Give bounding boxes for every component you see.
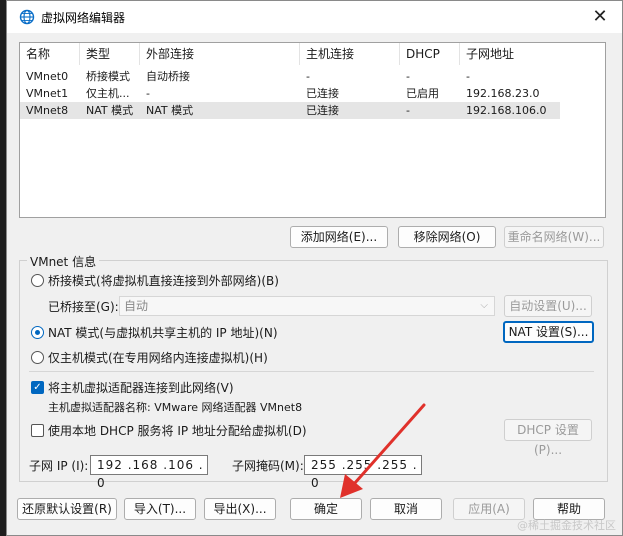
cell: 192.168.106.0 [466, 104, 547, 117]
cell: 已连接 [306, 104, 339, 117]
divider [29, 371, 594, 372]
export-button[interactable]: 导出(X)... [204, 498, 276, 520]
ok-button[interactable]: 确定 [290, 498, 362, 520]
cancel-button[interactable]: 取消 [370, 498, 442, 520]
subnet-ip-label: 子网 IP (I): [29, 459, 89, 473]
bridged-to-label: 已桥接至(G): [48, 300, 119, 314]
cell: - [146, 87, 150, 100]
restore-defaults-button[interactable]: 还原默认设置(R) [17, 498, 117, 520]
nat-settings-button[interactable]: NAT 设置(S)... [503, 321, 594, 343]
vmnet-info-label: VMnet 信息 [27, 253, 100, 270]
bridged-to-value: 自动 [124, 299, 149, 313]
col-host[interactable]: 主机连接 [300, 43, 400, 65]
subnet-ip-input[interactable]: 192 .168 .106 . 0 [90, 455, 208, 490]
cell: VMnet1 [26, 87, 69, 100]
title-bar: 虚拟网络编辑器 ✕ [7, 1, 622, 33]
dhcp-checkbox[interactable] [31, 424, 44, 437]
col-name[interactable]: 名称 [20, 43, 80, 65]
nat-radio[interactable] [31, 326, 44, 339]
dhcp-settings-button[interactable]: DHCP 设置(P)... [504, 419, 592, 457]
bridged-radio[interactable] [31, 274, 44, 287]
cell: NAT 模式 [86, 104, 134, 117]
apply-button[interactable]: 应用(A) [453, 498, 525, 520]
close-button[interactable]: ✕ [582, 3, 618, 31]
window-title: 虚拟网络编辑器 [41, 11, 126, 25]
auto-settings-button[interactable]: 自动设置(U)... [504, 295, 592, 317]
cell: 已连接 [306, 87, 339, 100]
table-row[interactable]: VMnet0 桥接模式 自动桥接 - - - [20, 68, 560, 85]
hostonly-label[interactable]: 仅主机模式(在专用网络内连接虚拟机)(H) [48, 349, 268, 366]
cell: 桥接模式 [86, 70, 130, 83]
watermark: @稀土掘金技术社区 [517, 519, 616, 532]
bridged-label[interactable]: 桥接模式(将虚拟机直接连接到外部网络)(B) [48, 272, 279, 289]
connect-adapter-checkbox[interactable]: ✓ [31, 381, 44, 394]
cell: 自动桥接 [146, 70, 190, 83]
remove-network-button[interactable]: 移除网络(O) [398, 226, 496, 248]
col-type[interactable]: 类型 [80, 43, 140, 65]
subnet-mask-input[interactable]: 255 .255 .255 . 0 [304, 455, 422, 490]
dhcp-label[interactable]: 使用本地 DHCP 服务将 IP 地址分配给虚拟机(D) [48, 422, 307, 439]
list-header: 名称 类型 外部连接 主机连接 DHCP 子网地址 [20, 43, 560, 65]
rename-network-button[interactable]: 重命名网络(W)... [504, 226, 604, 248]
cell: - [406, 104, 410, 117]
cell: NAT 模式 [146, 104, 194, 117]
cell: - [466, 70, 470, 83]
chevron-down-icon: ⌵ [480, 300, 488, 311]
import-button[interactable]: 导入(T)... [124, 498, 196, 520]
cell: - [306, 70, 310, 83]
cell: - [406, 70, 410, 83]
network-list[interactable]: 名称 类型 外部连接 主机连接 DHCP 子网地址 VMnet0 桥接模式 自动… [19, 42, 606, 218]
virtual-network-editor-dialog: 虚拟网络编辑器 ✕ 名称 类型 外部连接 主机连接 DHCP 子网地址 VMne… [6, 0, 623, 536]
col-external[interactable]: 外部连接 [140, 43, 300, 65]
globe-network-icon [19, 9, 35, 25]
connect-adapter-label[interactable]: 将主机虚拟适配器连接到此网络(V) [48, 379, 234, 396]
cell: 仅主机... [86, 87, 130, 100]
col-subnet[interactable]: 子网地址 [460, 43, 560, 65]
cell: VMnet8 [26, 104, 69, 117]
add-network-button[interactable]: 添加网络(E)... [290, 226, 388, 248]
nat-label[interactable]: NAT 模式(与虚拟机共享主机的 IP 地址)(N) [48, 324, 278, 341]
col-dhcp[interactable]: DHCP [400, 43, 460, 65]
subnet-mask-label: 子网掩码(M): [232, 459, 304, 473]
checkmark-icon: ✓ [33, 382, 42, 393]
table-row[interactable]: VMnet1 仅主机... - 已连接 已启用 192.168.23.0 [20, 85, 560, 102]
cell: 已启用 [406, 87, 439, 100]
cell: 192.168.23.0 [466, 87, 540, 100]
hostonly-radio[interactable] [31, 351, 44, 364]
table-row-selected[interactable]: VMnet8 NAT 模式 NAT 模式 已连接 - 192.168.106.0 [20, 102, 560, 119]
cell: VMnet0 [26, 70, 69, 83]
adapter-name-text: 主机虚拟适配器名称: VMware 网络适配器 VMnet8 [48, 401, 303, 414]
bridged-to-select[interactable]: 自动 ⌵ [119, 296, 495, 316]
close-icon: ✕ [592, 6, 608, 27]
